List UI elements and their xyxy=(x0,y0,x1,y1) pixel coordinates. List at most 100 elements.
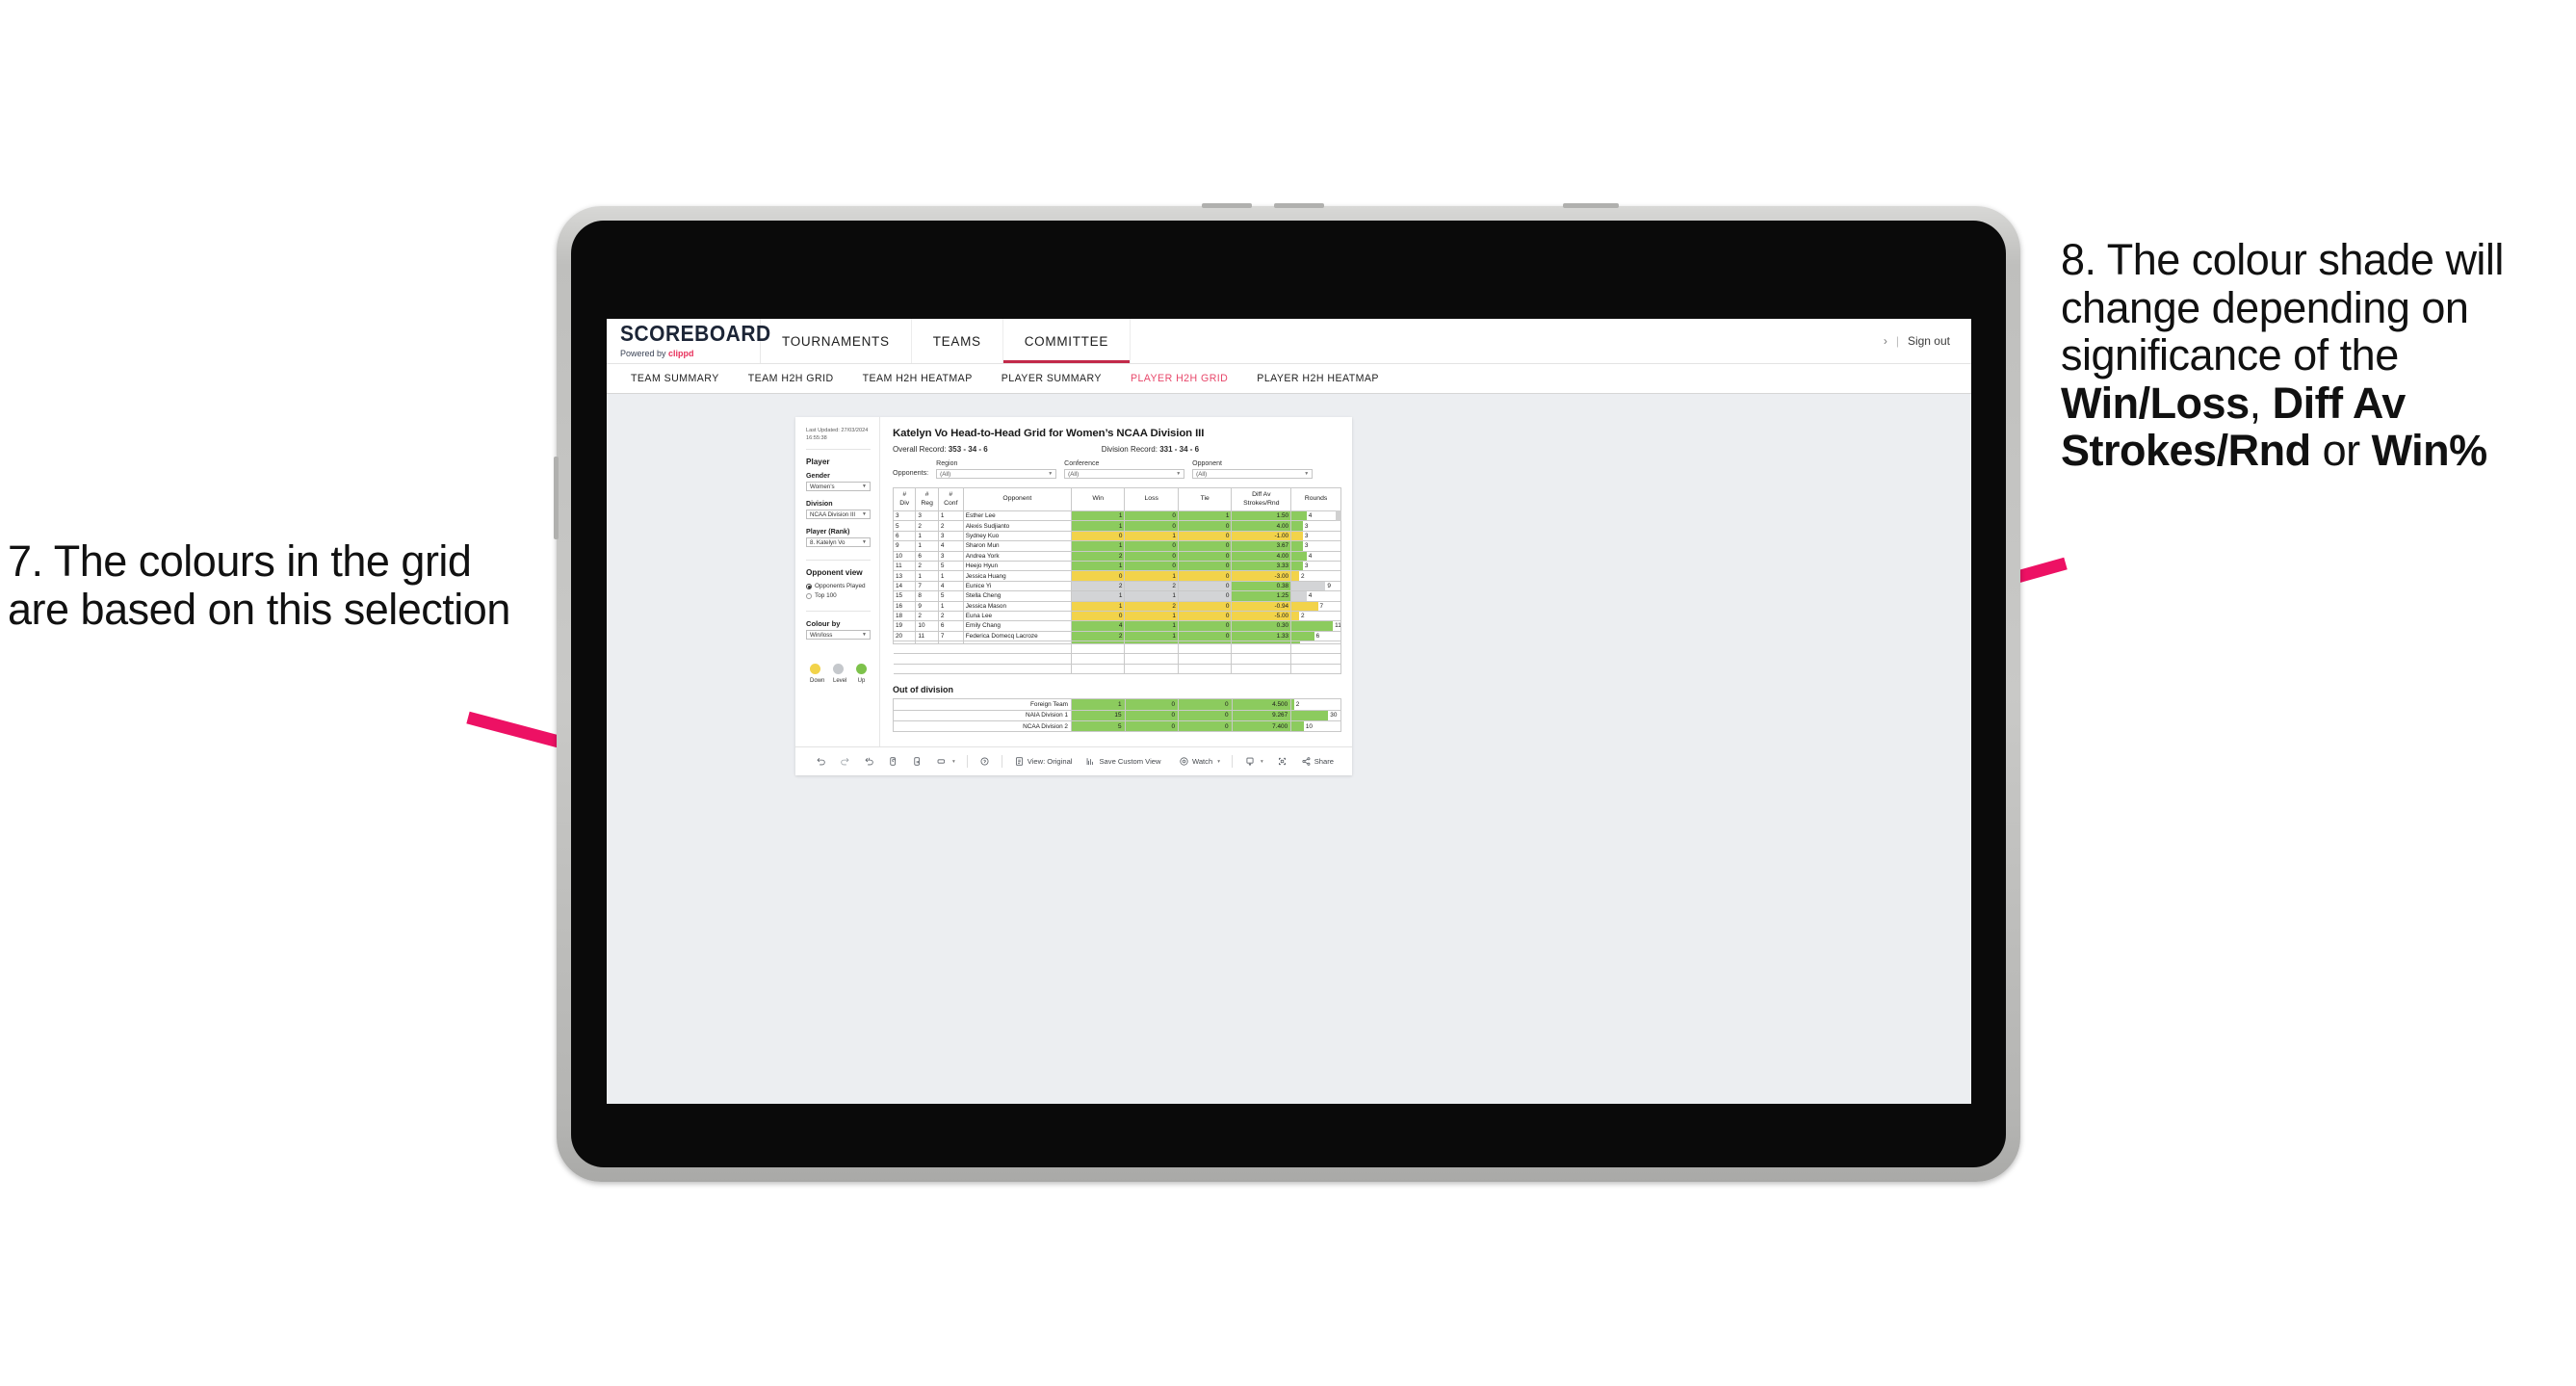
rounds-bar-fill xyxy=(1291,552,1307,561)
cell-opponent-name: Alexis Sudjianto xyxy=(962,520,1072,532)
dropdown-gender[interactable]: Women’s ▼ xyxy=(806,482,871,492)
col-header-win[interactable]: Win xyxy=(1070,487,1126,511)
nav-item-committee[interactable]: COMMITTEE xyxy=(1002,319,1132,363)
undo-button[interactable] xyxy=(809,756,833,767)
rounds-bar-value: 2 xyxy=(1295,700,1300,708)
help-button[interactable] xyxy=(973,756,997,767)
chevron-right-icon[interactable]: › xyxy=(1884,334,1887,348)
header-divider: | xyxy=(1895,334,1899,348)
table-row[interactable]: NAIA Division 1 15 0 0 9.267 30 xyxy=(893,709,1341,722)
rounds-bar-value: 2 xyxy=(1300,613,1305,620)
tab-team-h2h-grid[interactable]: TEAM H2H GRID xyxy=(734,373,848,384)
cell-rounds-bar: 2 xyxy=(1290,698,1341,711)
rounds-bar-fill xyxy=(1291,612,1299,620)
cell-rounds-bar: 9 xyxy=(1290,580,1341,592)
opponents-filter-label: Opponents: xyxy=(893,468,929,477)
rounds-bar-value: 6 xyxy=(1315,632,1320,640)
fullscreen-button[interactable] xyxy=(1270,756,1294,767)
dropdown-player-rank[interactable]: 8. Katelyn Vo ▼ xyxy=(806,537,871,548)
revert-button[interactable] xyxy=(857,756,881,767)
cell-opponent-name: Jessica Mason xyxy=(962,600,1072,612)
chevron-down-icon: ▼ xyxy=(862,511,867,518)
division-record: Division Record: 331 - 34 - 6 xyxy=(1102,445,1199,454)
cell-rounds-bar: 6 xyxy=(1290,630,1341,642)
table-row[interactable]: 20 11 7 Federica Domecq Lacroze 2 1 0 1.33 6 xyxy=(892,630,1341,642)
cell-rounds-bar: 3 xyxy=(1290,530,1341,542)
col-header-diff-av-strokes[interactable]: Diff Av Strokes/Rnd xyxy=(1231,487,1292,511)
cell-rounds-bar: 4 xyxy=(1290,590,1341,602)
tab-player-h2h-grid[interactable]: PLAYER H2H GRID xyxy=(1116,373,1242,384)
tab-team-summary[interactable]: TEAM SUMMARY xyxy=(616,373,734,384)
nav-item-tournaments[interactable]: TOURNAMENTS xyxy=(761,319,912,363)
table-row[interactable]: 3 3 1 Esther Lee 1 0 1 1.50 4 xyxy=(892,510,1341,522)
filter-opponent-dropdown[interactable]: (All) ▼ xyxy=(1192,469,1314,479)
table-row[interactable]: Foreign Team 1 0 0 4.500 2 xyxy=(893,698,1341,711)
table-row[interactable]: NCAA Division 2 5 0 0 7.400 10 xyxy=(893,720,1341,733)
pause-updates-button[interactable] xyxy=(905,756,929,767)
cell-rounds-bar: 7 xyxy=(1290,600,1341,612)
table-row[interactable]: 10 6 3 Andrea York 2 0 0 4.00 4 xyxy=(892,550,1341,562)
sub-navigation-tabs: TEAM SUMMARY TEAM H2H GRID TEAM H2H HEAT… xyxy=(607,364,1971,394)
table-row[interactable]: 11 2 5 Heejo Hyun 1 0 0 3.33 3 xyxy=(892,560,1341,572)
watch-button[interactable]: Watch ▾ xyxy=(1172,756,1227,767)
col-header-opponent[interactable]: Opponent xyxy=(962,487,1072,511)
dropdown-colour-by[interactable]: Win/loss ▼ xyxy=(806,630,871,641)
nav-item-teams[interactable]: TEAMS xyxy=(912,319,1003,363)
rounds-bar-fill xyxy=(1291,721,1304,731)
share-button[interactable]: Share xyxy=(1294,756,1340,767)
col-header-loss[interactable]: Loss xyxy=(1124,487,1179,511)
last-updated-text: Last Updated: 27/03/2024 16:55:38 xyxy=(806,427,871,442)
table-row-blank xyxy=(893,663,1341,675)
table-row[interactable]: 13 1 1 Jessica Huang 0 1 0 -3.00 2 xyxy=(892,570,1341,582)
cell-opponent-name: Andrea York xyxy=(962,550,1072,562)
dropdown-player-rank-value: 8. Katelyn Vo xyxy=(810,538,846,546)
brand-logo[interactable]: SCOREBOARD Powered by clippd xyxy=(607,319,770,363)
cell-rounds-bar: 2 xyxy=(1290,570,1341,582)
watch-label: Watch xyxy=(1191,757,1213,766)
table-row[interactable]: 6 1 3 Sydney Kuo 0 1 0 -1.00 3 xyxy=(892,530,1341,542)
refresh-data-button[interactable] xyxy=(881,756,905,767)
app-header: SCOREBOARD Powered by clippd TOURNAMENTS… xyxy=(607,319,1971,364)
table-row[interactable]: 9 1 4 Sharon Mun 1 0 0 3.67 3 xyxy=(892,540,1341,552)
col-header-tie[interactable]: Tie xyxy=(1177,487,1233,511)
chevron-down-icon: ▼ xyxy=(1176,471,1182,477)
out-of-division-title: Out of division xyxy=(893,685,953,695)
rounds-bar-fill xyxy=(1291,521,1303,531)
toolbar-divider-1 xyxy=(966,755,968,768)
filter-opponent-label: Opponent xyxy=(1192,460,1222,467)
table-row[interactable]: 16 9 1 Jessica Mason 1 2 0 -0.94 7 xyxy=(892,600,1341,612)
col-header-div[interactable]: # Div xyxy=(892,487,917,511)
tab-player-h2h-heatmap[interactable]: PLAYER H2H HEATMAP xyxy=(1242,373,1393,384)
radio-opponents-played[interactable]: Opponents Played xyxy=(806,583,871,589)
out-of-division-body: Foreign Team 1 0 0 4.500 2 NAIA Division 1 15 0 0… xyxy=(893,698,1341,733)
filter-conference-dropdown[interactable]: (All) ▼ xyxy=(1064,469,1185,479)
col-header-conf[interactable]: # Conf xyxy=(937,487,964,511)
workbook-toolbar: ▾ View: Original Save Custom View Watch … xyxy=(795,746,1352,775)
col-header-reg[interactable]: # Reg xyxy=(915,487,939,511)
filter-region-dropdown[interactable]: (All) ▼ xyxy=(936,469,1057,479)
rounds-bar-value: 3 xyxy=(1304,532,1309,539)
table-row[interactable]: 14 7 4 Eunice Yi 2 2 0 0.38 9 xyxy=(892,580,1341,592)
sign-out-link[interactable]: Sign out xyxy=(1908,334,1950,348)
view-original-button[interactable]: View: Original xyxy=(1007,756,1080,767)
sidebar-heading-player: Player xyxy=(806,458,830,467)
cell-opponent-name: Federica Domecq Lacroze xyxy=(962,630,1072,642)
tab-team-h2h-heatmap[interactable]: TEAM H2H HEATMAP xyxy=(848,373,987,384)
rounds-bar-fill xyxy=(1291,511,1307,520)
radio-top-100[interactable]: Top 100 xyxy=(806,592,871,599)
download-button[interactable]: ▾ xyxy=(1237,756,1270,767)
table-row[interactable]: 5 2 2 Alexis Sudjianto 1 0 0 4.00 3 xyxy=(892,520,1341,532)
grid-scrollbar[interactable] xyxy=(1336,510,1341,521)
table-row[interactable]: 15 8 5 Stella Cheng 1 1 0 1.25 4 xyxy=(892,590,1341,602)
table-row[interactable]: 18 2 2 Euna Lee 0 1 0 -5.00 2 xyxy=(892,610,1341,622)
share-label: Share xyxy=(1314,757,1334,766)
dropdown-division[interactable]: NCAA Division III ▼ xyxy=(806,510,871,520)
col-header-rounds[interactable]: Rounds xyxy=(1290,487,1341,511)
device-layout-button[interactable]: ▾ xyxy=(929,756,962,767)
tablet-button-side xyxy=(554,457,559,539)
save-custom-view-button[interactable]: Save Custom View xyxy=(1079,756,1167,767)
redo-button[interactable] xyxy=(833,756,857,767)
label-division: Division xyxy=(806,500,833,509)
table-row[interactable]: 19 10 6 Emily Chang 4 1 0 0.30 11 xyxy=(892,620,1341,632)
tab-player-summary[interactable]: PLAYER SUMMARY xyxy=(987,373,1116,384)
